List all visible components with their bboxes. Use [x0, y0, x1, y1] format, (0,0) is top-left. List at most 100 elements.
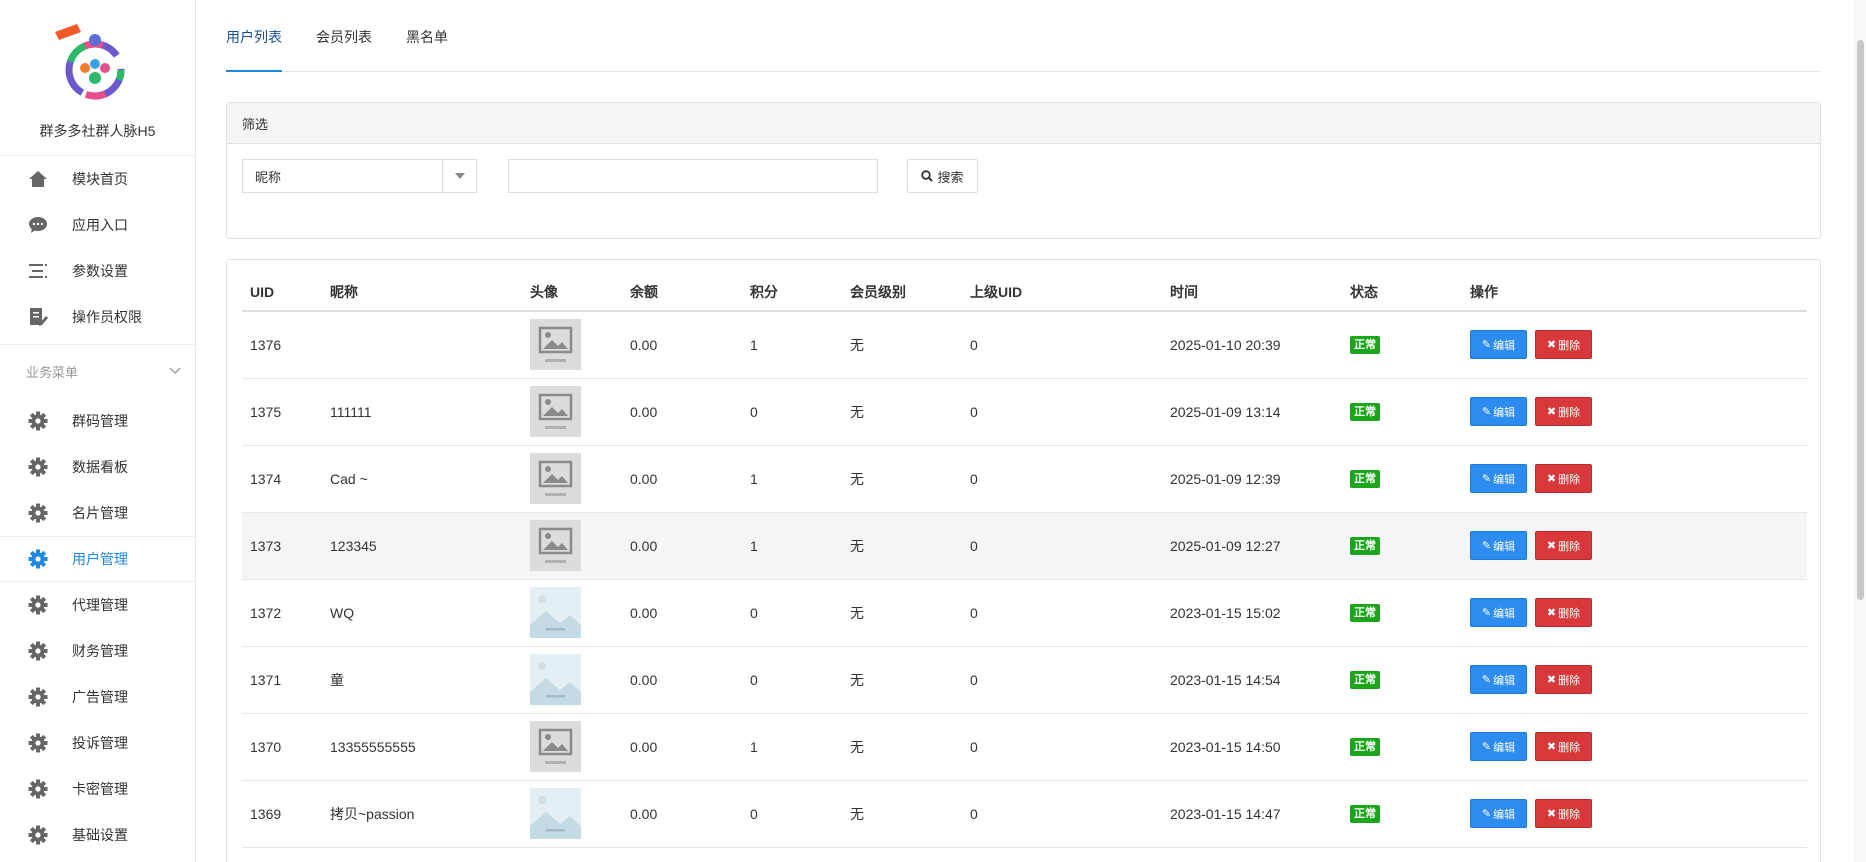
edit-button[interactable]: ✎ 编辑 — [1470, 598, 1527, 627]
edit-button-label: 编辑 — [1493, 473, 1516, 486]
edit-button-label: 编辑 — [1493, 339, 1516, 352]
column-header: 昵称 — [322, 274, 522, 312]
cell-parent-uid: 0 — [962, 378, 1162, 446]
cell-time: 2025-01-10 20:39 — [1162, 311, 1342, 379]
cell-nickname — [322, 311, 522, 379]
edit-icon: ✎ — [1481, 406, 1492, 418]
field-select[interactable]: 昵称 — [242, 159, 477, 193]
delete-button-label: 删除 — [1558, 473, 1581, 486]
column-header: 余额 — [622, 274, 742, 312]
cell-actions: ✎ 编辑 ✖ 删除 — [1462, 579, 1807, 647]
cell-level: 无 — [842, 311, 962, 379]
delete-button[interactable]: ✖ 删除 — [1535, 665, 1592, 694]
sidebar: 群多多社群人脉H5 模块首页 应用入口 参数设置 操作员权限 业务菜单 群码管理… — [0, 0, 196, 862]
cell-nickname: WQ — [322, 579, 522, 647]
avatar-image — [530, 587, 622, 638]
sidebar-item-label: 广告管理 — [72, 689, 128, 705]
tab-2[interactable]: 黑名单 — [406, 0, 448, 71]
delete-button[interactable]: ✖ 删除 — [1535, 330, 1592, 360]
cell-avatar — [522, 378, 622, 446]
scrollbar-thumb[interactable] — [1857, 40, 1864, 600]
close-icon: ✖ — [1546, 540, 1557, 552]
field-select-value: 昵称 — [255, 169, 282, 185]
cell-points: 0 — [742, 579, 842, 647]
sidebar-item-app-entry[interactable]: 应用入口 — [0, 202, 195, 248]
sidebar-item-business-1[interactable]: 数据看板 — [0, 444, 195, 490]
edit-button[interactable]: ✎ 编辑 — [1470, 799, 1527, 828]
page-scrollbar[interactable] — [1854, 0, 1866, 862]
cell-parent-uid: 0 — [962, 713, 1162, 781]
cell-time: 2025-01-09 12:39 — [1162, 445, 1342, 513]
cell-actions: ✎ 编辑 ✖ 删除 — [1462, 713, 1807, 781]
delete-button[interactable]: ✖ 删除 — [1535, 598, 1592, 627]
tab-0[interactable]: 用户列表 — [226, 0, 282, 72]
sidebar-item-operator-perm[interactable]: 操作员权限 — [0, 294, 195, 340]
cell-uid: 1371 — [242, 646, 322, 714]
sidebar-item-home[interactable]: 模块首页 — [0, 156, 195, 202]
cell-parent-uid: 0 — [962, 311, 1162, 379]
app-name: 群多多社群人脉H5 — [39, 123, 156, 139]
sidebar-item-label: 操作员权限 — [72, 309, 142, 325]
edit-icon: ✎ — [1481, 473, 1492, 485]
sidebar-item-business-8[interactable]: 卡密管理 — [0, 766, 195, 812]
close-icon: ✖ — [1546, 473, 1557, 485]
sidebar-item-business-7[interactable]: 投诉管理 — [0, 720, 195, 766]
sidebar-item-business-2[interactable]: 名片管理 — [0, 490, 195, 536]
delete-button[interactable]: ✖ 删除 — [1535, 397, 1592, 426]
delete-button-label: 删除 — [1558, 808, 1581, 821]
status-badge: 正常 — [1350, 336, 1380, 355]
status-badge: 正常 — [1350, 604, 1380, 622]
sidebar-item-business-3[interactable]: 用户管理 — [0, 536, 195, 582]
edit-icon: ✎ — [1481, 808, 1492, 820]
cell-actions: ✎ 编辑 ✖ 删除 — [1462, 445, 1807, 513]
edit-button-label: 编辑 — [1493, 607, 1516, 620]
sidebar-item-business-4[interactable]: 代理管理 — [0, 582, 195, 628]
cell-avatar — [522, 445, 622, 513]
delete-button[interactable]: ✖ 删除 — [1535, 732, 1592, 761]
edit-button[interactable]: ✎ 编辑 — [1470, 330, 1527, 360]
cell-parent-uid: 0 — [962, 512, 1162, 580]
delete-button[interactable]: ✖ 删除 — [1535, 464, 1592, 493]
cell-balance: 0.00 — [622, 646, 742, 714]
avatar-image — [530, 721, 622, 772]
edit-button[interactable]: ✎ 编辑 — [1470, 464, 1527, 493]
close-icon: ✖ — [1546, 674, 1557, 686]
sidebar-item-business-0[interactable]: 群码管理 — [0, 398, 195, 444]
column-header: 状态 — [1342, 274, 1462, 312]
cell-balance: 0.00 — [622, 512, 742, 580]
cell-nickname: Cad ~ — [322, 445, 522, 513]
chevron-down-icon — [169, 367, 181, 374]
column-header: 上级UID — [962, 274, 1162, 312]
cell-uid: 1369 — [242, 780, 322, 848]
edit-button[interactable]: ✎ 编辑 — [1470, 397, 1527, 426]
sidebar-item-label: 财务管理 — [72, 643, 128, 659]
edit-button[interactable]: ✎ 编辑 — [1470, 531, 1527, 560]
sidebar-item-business-5[interactable]: 财务管理 — [0, 628, 195, 674]
logo-area: 群多多社群人脉H5 — [0, 0, 195, 156]
cell-points: 1 — [742, 713, 842, 781]
delete-button[interactable]: ✖ 删除 — [1535, 531, 1592, 560]
menu-group-business[interactable]: 业务菜单 — [0, 344, 195, 398]
sidebar-item-label: 投诉管理 — [72, 735, 128, 751]
column-header: 会员级别 — [842, 274, 962, 312]
cell-balance: 0.00 — [622, 311, 742, 379]
close-icon: ✖ — [1546, 406, 1557, 418]
delete-button[interactable]: ✖ 删除 — [1535, 799, 1592, 828]
search-input[interactable] — [508, 159, 878, 193]
search-button[interactable]: 搜索 — [907, 159, 978, 193]
tab-1[interactable]: 会员列表 — [316, 0, 372, 71]
home-icon — [26, 167, 50, 191]
cell-status: 正常 — [1342, 646, 1462, 714]
user-table-panel: UID 昵称 头像 余额 积分 会员级别 上级UID 时间 状态 操作 1376 0.00 1 无… — [226, 259, 1821, 862]
cell-avatar — [522, 713, 622, 781]
edit-button[interactable]: ✎ 编辑 — [1470, 732, 1527, 761]
sidebar-item-label: 应用入口 — [72, 217, 128, 233]
edit-doc-icon — [26, 305, 50, 329]
sidebar-item-business-6[interactable]: 广告管理 — [0, 674, 195, 720]
sidebar-item-label: 用户管理 — [72, 551, 128, 567]
main-content: 用户列表 会员列表 黑名单 筛选 昵称 搜索 UID 昵称 头像 余额 积分 会员 — [226, 0, 1821, 862]
sidebar-item-business-9[interactable]: 基础设置 — [0, 812, 195, 858]
edit-button[interactable]: ✎ 编辑 — [1470, 665, 1527, 694]
status-badge: 正常 — [1350, 470, 1380, 488]
sidebar-item-params[interactable]: 参数设置 — [0, 248, 195, 294]
